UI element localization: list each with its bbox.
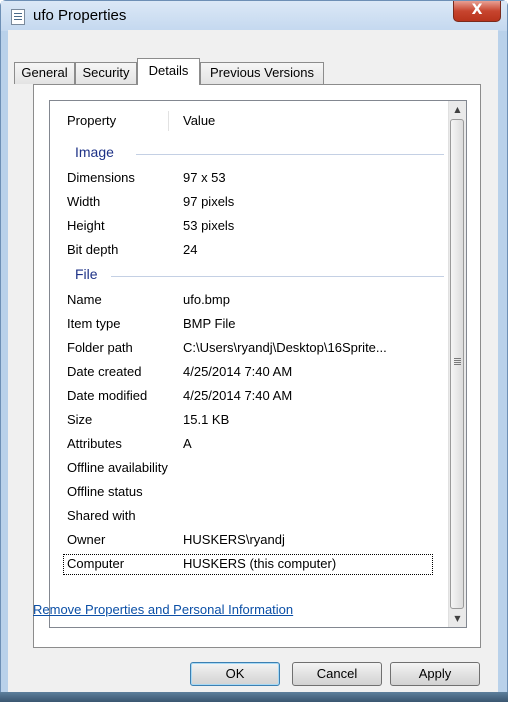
details-list: Property Value Image Dimensions 97 x 53 … bbox=[49, 100, 467, 628]
group-image: Image bbox=[50, 142, 468, 164]
title-bar[interactable]: ufo Properties X bbox=[1, 1, 507, 31]
window-title: ufo Properties bbox=[33, 7, 127, 24]
remove-properties-link[interactable]: Remove Properties and Personal Informati… bbox=[33, 602, 293, 617]
apply-button[interactable]: Apply bbox=[390, 662, 480, 686]
property-value: A bbox=[183, 436, 192, 451]
group-divider bbox=[136, 154, 444, 155]
focus-rectangle bbox=[63, 554, 433, 575]
grip-icon bbox=[454, 358, 461, 359]
column-divider[interactable] bbox=[168, 111, 169, 131]
property-value: 97 pixels bbox=[183, 194, 235, 209]
arrow-up-icon[interactable]: ▲ bbox=[449, 101, 466, 118]
column-header[interactable]: Property Value bbox=[50, 109, 468, 133]
property-name: Item type bbox=[67, 316, 121, 331]
list-item[interactable]: Owner HUSKERS\ryandj bbox=[50, 528, 468, 552]
list-item[interactable]: Size 15.1 KB bbox=[50, 408, 468, 432]
property-value: HUSKERS\ryandj bbox=[183, 532, 285, 547]
property-value: 53 pixels bbox=[183, 218, 235, 233]
list-item[interactable]: Offline status bbox=[50, 480, 468, 504]
property-name: Dimensions bbox=[67, 170, 135, 185]
property-value: 15.1 KB bbox=[183, 412, 230, 427]
vertical-scrollbar[interactable]: ▲ ▼ bbox=[448, 101, 466, 627]
property-name: Size bbox=[67, 412, 93, 427]
property-name: Height bbox=[67, 218, 105, 233]
property-name: Date modified bbox=[67, 388, 148, 403]
list-item[interactable]: Offline availability bbox=[50, 456, 468, 480]
property-value: BMP File bbox=[183, 316, 236, 331]
group-divider bbox=[111, 276, 444, 277]
list-item[interactable]: Attributes A bbox=[50, 432, 468, 456]
property-value: C:\Users\ryandj\Desktop\16Sprite... bbox=[183, 340, 387, 355]
tab-details[interactable]: Details bbox=[137, 58, 200, 85]
list-item[interactable]: Item type BMP File bbox=[50, 312, 468, 336]
list-item[interactable]: Date modified 4/25/2014 7:40 AM bbox=[50, 384, 468, 408]
list-item[interactable]: Bit depth 24 bbox=[50, 238, 468, 262]
property-value: 4/25/2014 7:40 AM bbox=[183, 388, 293, 403]
property-name: Attributes bbox=[67, 436, 122, 451]
property-name: Offline status bbox=[67, 484, 143, 499]
tab-general[interactable]: General bbox=[14, 62, 75, 84]
list-item[interactable]: Shared with bbox=[50, 504, 468, 528]
close-button[interactable]: X bbox=[453, 1, 501, 22]
tab-previous-versions[interactable]: Previous Versions bbox=[200, 62, 324, 84]
list-item[interactable]: Folder path C:\Users\ryandj\Desktop\16Sp… bbox=[50, 336, 468, 360]
column-header-property[interactable]: Property bbox=[67, 109, 116, 133]
property-name: Offline availability bbox=[67, 460, 168, 475]
taskbar-strip bbox=[0, 692, 508, 702]
group-label: Image bbox=[75, 144, 114, 160]
property-value: 24 bbox=[183, 242, 198, 257]
group-file: File bbox=[50, 264, 468, 286]
list-item[interactable]: Name ufo.bmp bbox=[50, 288, 468, 312]
arrow-down-icon[interactable]: ▼ bbox=[449, 610, 466, 627]
property-value: ufo.bmp bbox=[183, 292, 230, 307]
list-item[interactable]: Width 97 pixels bbox=[50, 190, 468, 214]
details-panel: Property Value Image Dimensions 97 x 53 … bbox=[33, 84, 481, 648]
property-name: Name bbox=[67, 292, 102, 307]
property-name: Date created bbox=[67, 364, 142, 379]
cancel-button[interactable]: Cancel bbox=[292, 662, 382, 686]
property-name: Shared with bbox=[67, 508, 136, 523]
property-name: Width bbox=[67, 194, 101, 209]
scrollbar-thumb[interactable] bbox=[450, 119, 464, 609]
column-header-value[interactable]: Value bbox=[183, 109, 215, 133]
document-icon bbox=[11, 9, 25, 25]
property-value: 97 x 53 bbox=[183, 170, 226, 185]
tab-security[interactable]: Security bbox=[75, 62, 137, 84]
property-name: Owner bbox=[67, 532, 106, 547]
list-item[interactable]: Height 53 pixels bbox=[50, 214, 468, 238]
list-item[interactable]: Date created 4/25/2014 7:40 AM bbox=[50, 360, 468, 384]
list-item[interactable]: Dimensions 97 x 53 bbox=[50, 166, 468, 190]
property-value: 4/25/2014 7:40 AM bbox=[183, 364, 293, 379]
group-label: File bbox=[75, 266, 98, 282]
property-name: Folder path bbox=[67, 340, 133, 355]
property-name: Bit depth bbox=[67, 242, 119, 257]
ok-button[interactable]: OK bbox=[190, 662, 280, 686]
